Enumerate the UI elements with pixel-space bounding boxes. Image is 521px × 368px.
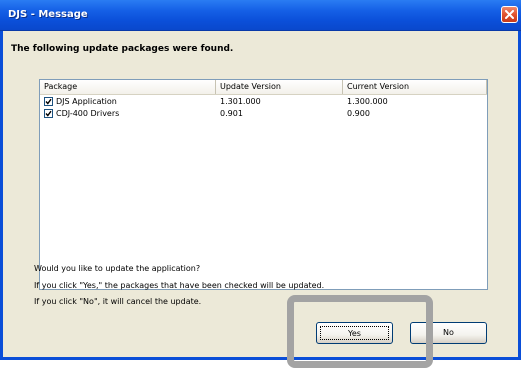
checkmark-icon (45, 98, 52, 105)
package-checkbox[interactable] (44, 109, 53, 118)
package-name: DJS Application (56, 97, 117, 106)
package-list[interactable]: Package Update Version Current Version D… (39, 79, 488, 290)
message-line: If you click "Yes," the packages that ha… (34, 281, 325, 290)
list-item[interactable]: CDJ-400 Drivers 0.901 0.900 (40, 108, 487, 120)
current-version: 0.900 (347, 109, 370, 118)
no-button[interactable]: No (410, 322, 487, 344)
column-header-current-version[interactable]: Current Version (343, 80, 487, 94)
close-icon (505, 10, 514, 19)
checkmark-icon (45, 110, 52, 117)
message-line: If you click "No", it will cancel the up… (34, 297, 202, 306)
dialog-body: The following update packages were found… (3, 31, 518, 357)
update-version: 1.301.000 (220, 97, 261, 106)
column-header-update-version[interactable]: Update Version (216, 80, 343, 94)
close-button[interactable] (501, 6, 518, 23)
package-checkbox[interactable] (44, 97, 53, 106)
title-bar[interactable]: DJS - Message (0, 0, 521, 31)
dialog-heading: The following update packages were found… (11, 44, 234, 54)
no-button-label: No (443, 328, 454, 337)
column-header-package[interactable]: Package (40, 80, 216, 94)
message-line: Would you like to update the application… (34, 264, 201, 273)
current-version: 1.300.000 (347, 97, 388, 106)
list-item[interactable]: DJS Application 1.301.000 1.300.000 (40, 96, 487, 108)
yes-button-label: Yes (320, 326, 389, 340)
update-version: 0.901 (220, 109, 243, 118)
package-name: CDJ-400 Drivers (56, 109, 120, 118)
dialog-window: DJS - Message The following update packa… (0, 0, 521, 368)
yes-button[interactable]: Yes (316, 322, 393, 344)
list-header: Package Update Version Current Version (40, 80, 487, 95)
window-title: DJS - Message (8, 9, 88, 20)
